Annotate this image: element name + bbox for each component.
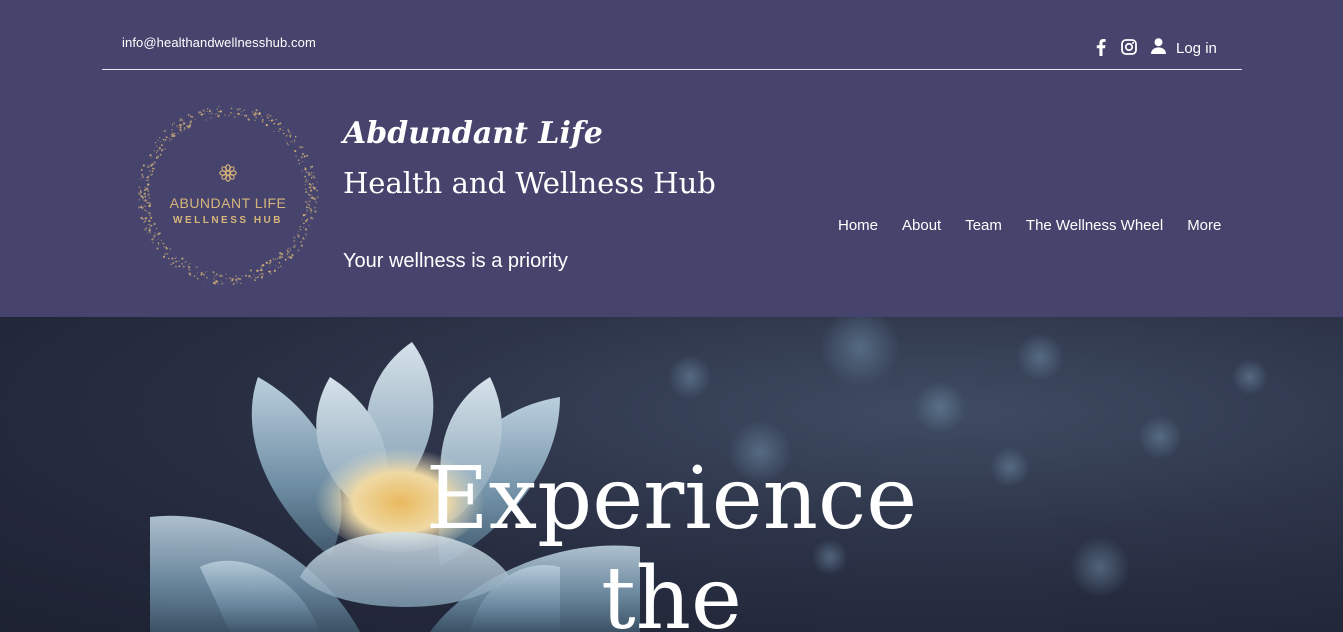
hero-title: Experience the [0, 449, 1343, 632]
facebook-icon[interactable] [1092, 38, 1110, 56]
hero-title-line-2: the [601, 549, 742, 632]
email-link[interactable]: info@healthandwellnesshub.com [122, 35, 316, 50]
hero-title-line-1: Experience [425, 449, 918, 549]
nav-item-home[interactable]: Home [826, 217, 890, 234]
nav-item-more[interactable]: More [1175, 217, 1233, 234]
page: info@healthandwellnesshub.com Log in ABU… [0, 0, 1343, 632]
logo-line-2: WELLNESS HUB [173, 215, 283, 226]
lotus-emblem-icon [219, 164, 237, 182]
brand-title: Abdundant Life [343, 116, 603, 151]
hero-section: Experience the [0, 317, 1343, 632]
social-bar [1092, 38, 1148, 56]
nav-item-team[interactable]: Team [953, 217, 1014, 234]
login-label: Log in [1176, 40, 1217, 57]
brand-subtitle: Health and Wellness Hub [343, 166, 716, 200]
instagram-icon[interactable] [1120, 38, 1138, 56]
nav-item-about[interactable]: About [890, 217, 953, 234]
login-button[interactable]: Log in [1151, 38, 1217, 59]
logo-line-1: ABUNDANT LIFE [170, 195, 287, 211]
user-icon [1151, 38, 1166, 59]
logo[interactable]: ABUNDANT LIFE WELLNESS HUB [136, 103, 320, 287]
brand-tagline: Your wellness is a priority [343, 250, 568, 272]
nav-item-wellness-wheel[interactable]: The Wellness Wheel [1014, 217, 1175, 234]
site-header: info@healthandwellnesshub.com Log in ABU… [0, 0, 1343, 317]
divider [102, 69, 1242, 70]
main-nav: Home About Team The Wellness Wheel More [826, 217, 1233, 234]
